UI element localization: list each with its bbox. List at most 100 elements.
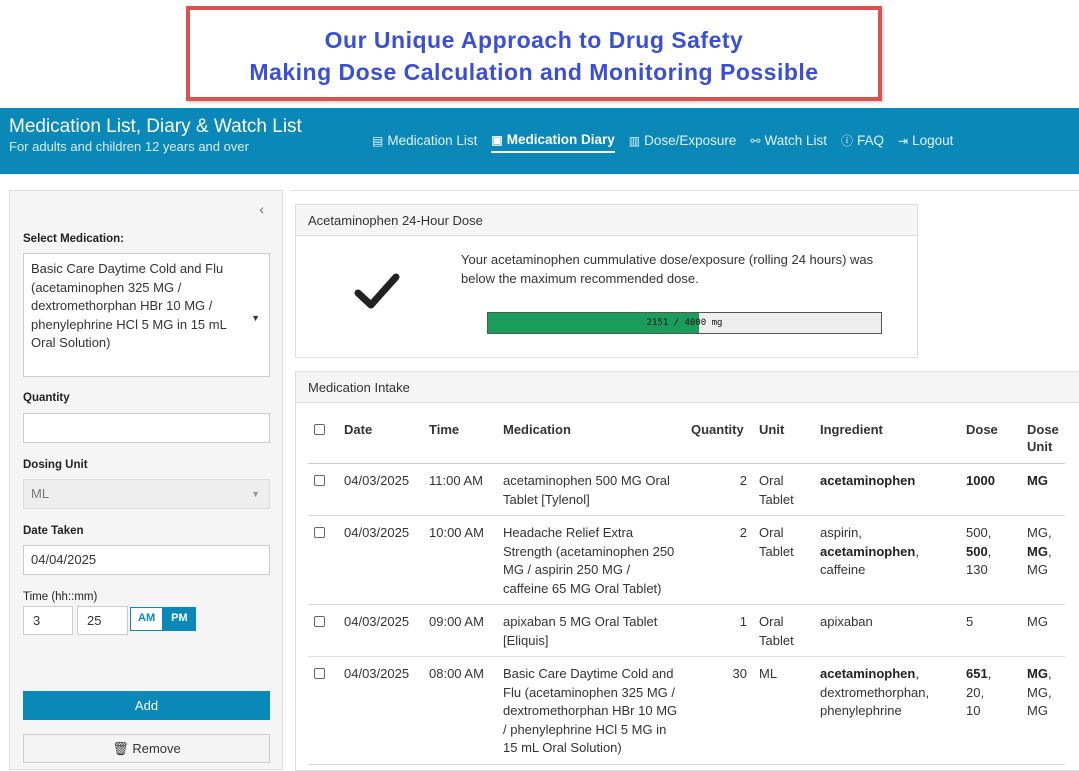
dose-message: Your acetaminophen cummulative dose/expo… [461,252,874,286]
medication-select[interactable]: Basic Care Daytime Cold and Flu (acetami… [23,253,270,377]
select-all-checkbox[interactable] [314,424,325,435]
cell-dose-unit: MG, MG, MG [1021,515,1065,605]
nav-watch-list[interactable]: ⚯ Watch List [750,132,827,153]
table-row[interactable]: 04/03/2025 08:00 AM Basic Care Daytime Col… [308,656,1065,765]
cell-ingredient-value: aspirin [820,525,859,540]
cell-unit: Oral Tablet [753,515,814,605]
remove-label: Remove [132,741,181,756]
entry-sidebar: ‹ Select Medication: Basic Care Daytime … [9,190,283,770]
nav-label: Medication Diary [506,132,615,147]
cell-dose: 5 [960,604,1021,657]
table-row[interactable]: 04/03/2025 11:00 AM acetaminophen 500 MG O… [308,463,1065,516]
cell-time: 08:00 AM [423,656,497,765]
dosing-unit-value: ML [31,486,50,501]
col-ingredient: Ingredient [814,415,960,464]
cell-medication: Basic Care Daytime Cold and Flu (acetami… [497,656,685,765]
banner-area: Our Unique Approach to Drug Safety Makin… [0,0,1079,108]
cell-quantity: 1 [685,604,753,657]
cell-unit: Oral Tablet [753,604,814,657]
col-date: Date [338,415,423,464]
diary-icon: ▣ [491,132,503,147]
cell-date: 04/03/2025 [338,515,423,605]
date-taken-input[interactable]: 04/04/2025 [23,545,270,575]
cell-ingredient-value: dextromethorphan [820,684,926,700]
minute-input[interactable]: 25 [77,606,128,635]
app-header: Medication List, Diary & Watch List For … [0,108,1079,174]
dose-icon: ▥ [628,133,641,148]
intake-table: Date Time Medication Quantity Unit Ingre… [308,415,1065,765]
dose-panel: Acetaminophen 24-Hour Dose Your acetamin… [295,204,918,358]
cell-unit: Oral Tablet [753,463,814,516]
cell-date: 04/03/2025 [338,656,423,765]
row-checkbox[interactable] [314,616,325,627]
cell-ingredient-value: phenylephrine [820,703,902,718]
row-checkbox[interactable] [314,527,325,538]
add-button[interactable]: Add [23,691,270,720]
hour-input[interactable]: 3 [23,606,73,635]
table-row[interactable]: 04/03/2025 10:00 AM Headache Relief Extra … [308,515,1065,605]
cell-medication: acetaminophen 500 MG Oral Tablet [Tyleno… [497,463,685,516]
row-select-cell [308,463,338,516]
cell-dose-value: 20 [966,684,981,700]
cell-dose-value: 651 [966,666,988,681]
nav-label: Logout [912,133,954,148]
banner-line-2: Making Dose Calculation and Monitoring P… [249,59,819,85]
nav-label: Dose/Exposure [644,133,737,148]
nav-medication-diary[interactable]: ▣ Medication Diary [491,132,615,153]
cell-dose-value: 130 [966,562,988,577]
watch-icon: ⚯ [750,133,761,148]
cell-dose: 651, 20, 10 [960,656,1021,765]
cell-ingredient: aspirin, acetaminophen, caffeine [814,515,960,605]
row-select-cell [308,515,338,605]
cell-ingredient-value: acetaminophen [820,473,916,488]
nav-dose-exposure[interactable]: ▥ Dose/Exposure [629,132,737,153]
col-dose: Dose [960,415,1021,464]
row-select-cell [308,656,338,765]
nav-logout[interactable]: ⇥ Logout [898,132,953,153]
cell-dose-unit-value: MG [1027,525,1048,540]
cell-dose-unit-value: MG [1027,562,1048,577]
nav-label: FAQ [857,133,885,148]
table-row[interactable]: 04/03/2025 09:00 AM apixaban 5 MG Oral Tab… [308,604,1065,657]
cell-date: 04/03/2025 [338,604,423,657]
caret-down-icon: ▼ [251,489,260,499]
cell-dose-value: 1000 [966,473,995,488]
remove-button[interactable]: 🗑 Remove [23,734,270,763]
intake-panel-title: Medication Intake [296,372,1079,403]
nav-label: Medication List [387,133,478,148]
cell-dose-value: 500 [966,525,988,540]
app-subtitle: For adults and children 12 years and ove… [9,139,249,154]
cell-quantity: 2 [685,463,753,516]
cell-date: 04/03/2025 [338,463,423,516]
pm-button[interactable]: PM [163,607,196,631]
dosing-unit-select[interactable]: ML ▼ [23,479,270,509]
nav-faq[interactable]: ⓘ FAQ [841,132,884,153]
logout-icon: ⇥ [898,133,909,148]
cell-dose-value: 5 [966,614,974,629]
col-quantity: Quantity [685,415,753,464]
quantity-label: Quantity [23,392,70,404]
am-pm-toggle: AM PM [130,607,196,631]
trash-icon: 🗑 [112,741,129,756]
cell-dose-unit-value: MG [1027,543,1048,559]
cell-ingredient-value: caffeine [820,562,866,577]
col-dose-unit: Dose Unit [1021,415,1065,464]
cell-dose-unit: MG [1021,604,1065,657]
cell-dose-unit: MG [1021,463,1065,516]
dose-panel-title: Acetaminophen 24-Hour Dose [296,205,917,236]
row-checkbox[interactable] [314,475,325,486]
row-checkbox[interactable] [314,668,325,679]
cell-dose-unit: MG, MG, MG [1021,656,1065,765]
nav-medication-list[interactable]: ▤ Medication List [372,132,477,153]
date-taken-label: Date Taken [23,525,84,537]
collapse-chevron-icon[interactable]: ‹ [259,201,264,217]
cell-dose-unit-value: MG [1027,703,1048,718]
selected-medication: Basic Care Daytime Cold and Flu (acetami… [31,261,227,350]
cell-dose: 500, 500, 130 [960,515,1021,605]
cell-dose-value: 10 [966,703,981,718]
quantity-input[interactable] [23,413,270,443]
cell-unit: ML [753,656,814,765]
select-all-cell [308,415,338,464]
row-select-cell [308,604,338,657]
am-button[interactable]: AM [130,607,164,631]
